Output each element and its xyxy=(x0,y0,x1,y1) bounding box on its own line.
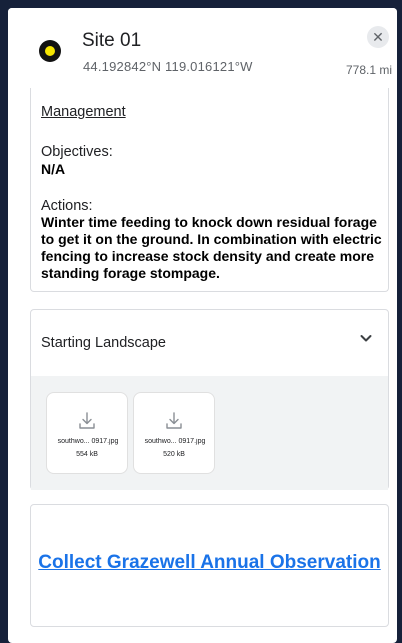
attachment-file-size: 554 kB xyxy=(76,451,98,458)
starting-landscape-toggle[interactable]: Starting Landscape xyxy=(31,310,388,376)
starting-landscape-card: Starting Landscape southwo... 0917.jpg 5… xyxy=(30,309,389,490)
site-marker-icon xyxy=(39,40,61,62)
management-card: Management Objectives: N/A Actions: Wint… xyxy=(30,88,389,292)
site-header: Site 01 44.192842°N 119.016121°W 778.1 m… xyxy=(8,8,397,94)
collect-observation-link[interactable]: Collect Grazewell Annual Observation xyxy=(31,551,388,575)
starting-landscape-title: Starting Landscape xyxy=(41,335,166,351)
site-coordinates: 44.192842°N 119.016121°W xyxy=(83,59,253,74)
attachment-file-name: southwo... 0917.jpg xyxy=(57,438,119,445)
attachments-area: southwo... 0917.jpg 554 kB southwo... 09… xyxy=(31,376,388,490)
site-detail-sheet: Site 01 44.192842°N 119.016121°W 778.1 m… xyxy=(8,8,397,643)
close-icon: ✕ xyxy=(372,29,384,45)
attachment-file-size: 520 kB xyxy=(163,451,185,458)
site-title: Site 01 xyxy=(82,30,142,51)
download-icon xyxy=(79,412,95,429)
chevron-down-icon xyxy=(360,335,372,342)
close-button[interactable]: ✕ xyxy=(367,26,389,48)
objectives-label: Objectives: xyxy=(41,144,113,160)
site-distance: 778.1 mi xyxy=(345,63,392,77)
attachment-file-name: southwo... 0917.jpg xyxy=(144,438,206,445)
actions-value: Winter time feeding to knock down residu… xyxy=(41,214,382,281)
management-heading: Management xyxy=(41,104,126,120)
download-icon xyxy=(166,412,182,429)
attachment-file[interactable]: southwo... 0917.jpg 554 kB xyxy=(46,392,128,474)
objectives-value: N/A xyxy=(41,161,66,177)
collect-observation-card: Collect Grazewell Annual Observation xyxy=(30,504,389,627)
attachment-file[interactable]: southwo... 0917.jpg 520 kB xyxy=(133,392,215,474)
actions-label: Actions: xyxy=(41,198,93,214)
